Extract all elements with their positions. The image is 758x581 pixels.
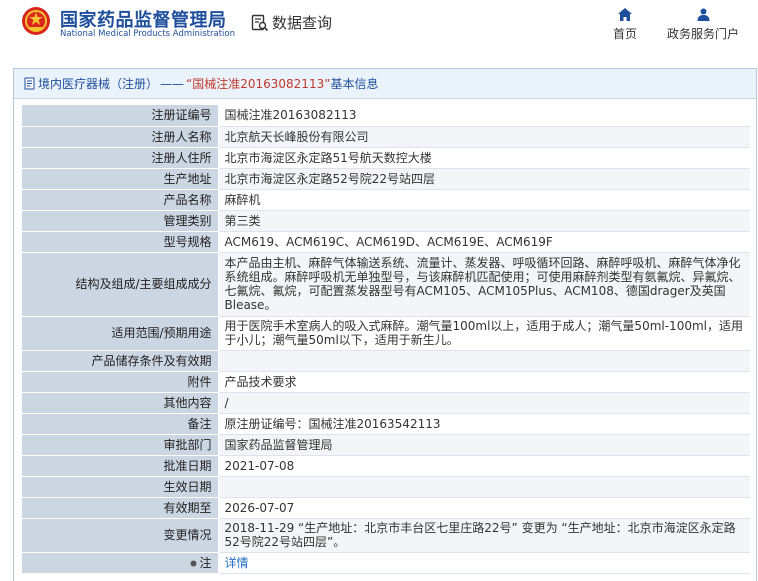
national-emblem-icon: [22, 7, 50, 35]
table-row: 结构及组成/主要组成成分 本产品由主机、麻醉气体输送系统、流量计、蒸发器、呼吸循…: [22, 252, 750, 317]
field-value-product-name: 麻醉机: [218, 189, 750, 211]
table-row: 生效日期: [22, 476, 750, 498]
field-value-expiry-date: 2026-07-07: [218, 497, 750, 519]
field-value-category: 第三类: [218, 210, 750, 232]
table-row: 产品储存条件及有效期: [22, 350, 750, 372]
field-label: 产品储存条件及有效期: [22, 350, 219, 372]
panel-title-separator: ——: [160, 76, 185, 91]
field-label: 注册人名称: [22, 126, 219, 148]
field-label: 其他内容: [22, 392, 219, 414]
field-label: 结构及组成/主要组成成分: [22, 252, 219, 317]
site-header: 国家药品监督管理局 National Medical Products Admi…: [0, 0, 758, 50]
field-value-attachment: 产品技术要求: [218, 371, 750, 393]
nav-home[interactable]: 首页: [606, 8, 644, 42]
table-row: 变更情况 2018-11-29 “生产地址：北京市丰台区七里庄路22号” 变更为…: [22, 518, 750, 553]
field-label: 生产地址: [22, 168, 219, 190]
home-icon: [618, 8, 632, 21]
field-label: 变更情况: [22, 518, 219, 553]
table-row: 适用范围/预期用途 用于医院手术室病人的吸入式麻醉。潮气量100ml以上，适用于…: [22, 316, 750, 351]
field-value-production-address: 北京市海淀区永定路52号院22号站四层: [218, 168, 750, 190]
field-value-storage: [218, 350, 750, 372]
registration-detail-table: 注册证编号 国械注准20163082113 注册人名称 北京航天长峰股份有限公司…: [22, 105, 750, 574]
field-value-structure: 本产品由主机、麻醉气体输送系统、流量计、蒸发器、呼吸循环回路、麻醉呼吸机、麻醉气…: [218, 252, 750, 317]
panel-title-suffix: 基本信息: [330, 77, 379, 91]
panel-title-reg-number: “国械注准20163082113”: [186, 77, 331, 91]
data-query-link[interactable]: 数据查询: [251, 12, 332, 33]
panel-title-category: 境内医疗器械（注册）: [38, 77, 159, 91]
field-label: 适用范围/预期用途: [22, 316, 219, 351]
field-value-registrant: 北京航天长峰股份有限公司: [218, 126, 750, 148]
registration-info-panel: 境内医疗器械（注册） —— “国械注准20163082113” 基本信息 注册证…: [13, 68, 757, 581]
user-icon: [697, 8, 709, 21]
table-row: 注册证编号 国械注准20163082113: [22, 105, 750, 127]
details-link[interactable]: 详情: [225, 556, 249, 570]
field-label: 生效日期: [22, 476, 219, 498]
table-row: 批准日期 2021-07-08: [22, 455, 750, 477]
site-logo-subtitle: National Medical Products Administration: [60, 29, 235, 39]
nav-home-label: 首页: [612, 27, 637, 41]
field-label: 有效期至: [22, 497, 219, 519]
field-value-intended-use: 用于医院手术室病人的吸入式麻醉。潮气量100ml以上，适用于成人；潮气量50ml…: [218, 316, 750, 351]
document-search-icon: [251, 14, 269, 31]
field-label: 产品名称: [22, 189, 219, 211]
table-row: 注 详情: [22, 552, 750, 574]
bullet-icon: [190, 560, 197, 566]
field-value-remark: 原注册证编号：国械注准20163542113: [218, 413, 750, 435]
field-value-effective-date: [218, 476, 750, 498]
table-row: 型号规格 ACM619、ACM619C、ACM619D、ACM619E、ACM6…: [22, 231, 750, 253]
table-row: 审批部门 国家药品监督管理局: [22, 434, 750, 456]
table-row: 生产地址 北京市海淀区永定路52号院22号站四层: [22, 168, 750, 190]
nav-service-portal[interactable]: 政务服务门户: [662, 8, 744, 42]
field-value-models: ACM619、ACM619C、ACM619D、ACM619E、ACM619F: [218, 231, 750, 253]
table-row: 附件 产品技术要求: [22, 371, 750, 393]
table-row: 产品名称 麻醉机: [22, 189, 750, 211]
note-label-cell: 注: [22, 552, 219, 574]
table-row: 备注 原注册证编号：国械注准20163542113: [22, 413, 750, 435]
table-row: 管理类别 第三类: [22, 210, 750, 232]
field-label: 备注: [22, 413, 219, 435]
table-row: 注册人住所 北京市海淀区永定路51号航天数控大楼: [22, 147, 750, 169]
table-row: 其他内容 /: [22, 392, 750, 414]
field-value-change-history: 2018-11-29 “生产地址：北京市丰台区七里庄路22号” 变更为 “生产地…: [218, 518, 750, 553]
document-icon: [24, 77, 35, 90]
field-label: 管理类别: [22, 210, 219, 232]
field-label: 注册证编号: [22, 105, 219, 127]
table-row: 注册人名称 北京航天长峰股份有限公司: [22, 126, 750, 148]
field-label: 审批部门: [22, 434, 219, 456]
note-value-cell: 详情: [218, 552, 750, 574]
table-row: 有效期至 2026-07-07: [22, 497, 750, 519]
nav-service-label: 政务服务门户: [666, 27, 739, 41]
field-value-other: /: [218, 392, 750, 414]
field-value-registrant-address: 北京市海淀区永定路51号航天数控大楼: [218, 147, 750, 169]
field-value-approval-dept: 国家药品监督管理局: [218, 434, 750, 456]
field-value-approval-date: 2021-07-08: [218, 455, 750, 477]
field-label: 批准日期: [22, 455, 219, 477]
data-query-label: 数据查询: [272, 14, 333, 32]
field-label: 注册人住所: [22, 147, 219, 169]
field-label: 注: [199, 555, 212, 570]
field-label: 型号规格: [22, 231, 219, 253]
panel-title: 境内医疗器械（注册） —— “国械注准20163082113” 基本信息: [14, 69, 756, 99]
field-label: 附件: [22, 371, 219, 393]
field-value-reg-number: 国械注准20163082113: [218, 105, 750, 127]
